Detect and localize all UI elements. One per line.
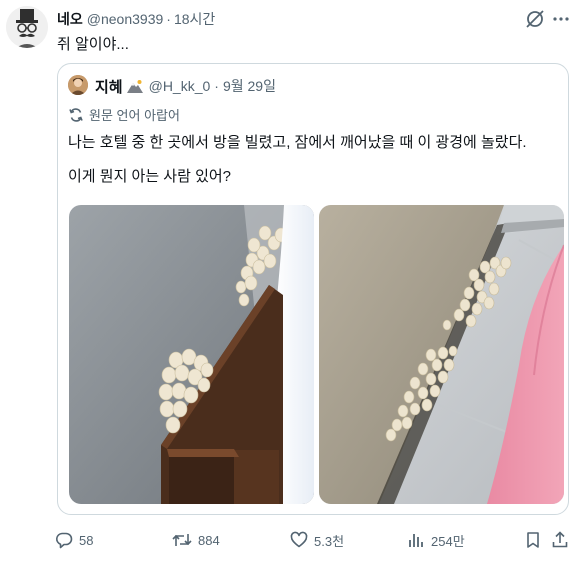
more-dots-icon bbox=[553, 17, 569, 21]
quoted-text-line-1: 나는 호텔 중 한 곳에서 방을 빌렸고, 잠에서 깨어났을 때 이 광경에 놀… bbox=[68, 134, 527, 151]
eggs-along-wall-photo[interactable] bbox=[319, 205, 564, 504]
share-button[interactable] bbox=[551, 526, 575, 554]
reply-count: 58 bbox=[79, 532, 94, 548]
photo-image-2 bbox=[319, 205, 564, 504]
translation-notice[interactable]: 원문 언어 아랍어 bbox=[68, 105, 180, 124]
quoted-author-avatar[interactable] bbox=[68, 75, 88, 95]
name-separator: · bbox=[166, 11, 171, 27]
views-count: 254만 bbox=[431, 533, 465, 549]
views-chart-icon bbox=[409, 534, 423, 547]
translation-label: 원문 언어 아랍어 bbox=[89, 108, 180, 123]
like-button[interactable]: 5.3천 bbox=[290, 526, 344, 554]
views-button[interactable]: 254만 bbox=[407, 526, 465, 554]
tweet-action-bar: 58 884 5.3천 254만 bbox=[0, 526, 575, 554]
author-display-name[interactable]: 네오 bbox=[57, 9, 83, 29]
repost-button[interactable]: 884 bbox=[172, 526, 220, 554]
reply-icon bbox=[56, 532, 73, 549]
share-icon bbox=[552, 531, 568, 548]
translate-icon bbox=[69, 107, 83, 122]
more-options-button[interactable] bbox=[552, 10, 570, 28]
quoted-name-row: 지혜 @H_kk_0 · 9월 29일 bbox=[95, 76, 276, 96]
mountain-emoji-icon bbox=[126, 80, 143, 93]
quoted-date[interactable]: 9월 29일 bbox=[223, 76, 276, 96]
author-handle[interactable]: @neon3939 bbox=[87, 11, 164, 27]
grok-icon bbox=[526, 10, 544, 28]
bookmark-icon bbox=[527, 532, 539, 548]
quoted-display-name[interactable]: 지혜 bbox=[95, 76, 123, 97]
author-avatar[interactable] bbox=[6, 6, 48, 48]
heart-icon bbox=[290, 531, 308, 548]
photo-image-1 bbox=[69, 205, 314, 504]
grok-button[interactable] bbox=[524, 8, 546, 30]
reply-button[interactable]: 58 bbox=[55, 526, 93, 554]
tweet-text: 쥐 알이야... bbox=[57, 36, 129, 53]
top-hat-mustache-icon bbox=[6, 6, 48, 48]
repost-count: 884 bbox=[198, 532, 220, 548]
quoted-text-line-2: 이게 뭔지 아는 사람 있어? bbox=[68, 168, 232, 185]
eggs-behind-bed-photo[interactable] bbox=[69, 205, 314, 504]
tweet-timestamp[interactable]: 18시간 bbox=[174, 9, 215, 29]
like-count: 5.3천 bbox=[314, 533, 345, 549]
quoted-handle[interactable]: @H_kk_0 bbox=[149, 78, 211, 94]
bookmark-button[interactable] bbox=[524, 526, 548, 554]
author-name-row: 네오 @neon3939 · 18시간 bbox=[57, 9, 215, 29]
quoted-avatar-image bbox=[68, 75, 88, 95]
repost-icon bbox=[172, 534, 192, 546]
quoted-tweet-card[interactable]: 지혜 @H_kk_0 · 9월 29일 원문 언어 아랍어 나는 호텔 중 한 … bbox=[57, 63, 569, 515]
quoted-separator: · bbox=[214, 78, 219, 94]
